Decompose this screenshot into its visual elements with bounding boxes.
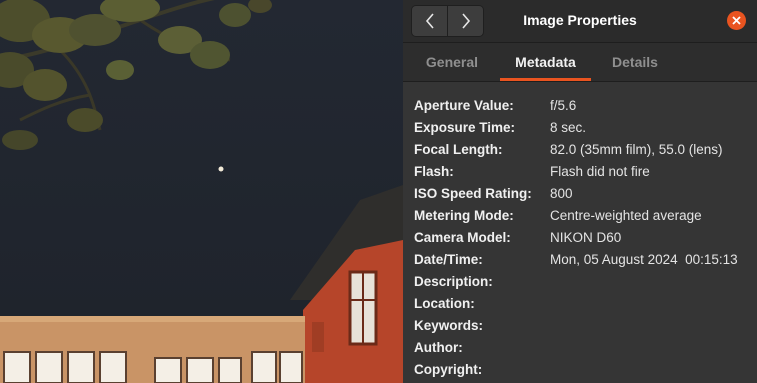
chevron-right-icon (461, 13, 470, 29)
tab-metadata[interactable]: Metadata (500, 43, 591, 81)
metadata-row-copyright: Copyright: (414, 359, 754, 381)
metadata-label: Author: (414, 340, 463, 355)
metadata-value: f/5.6 (550, 98, 577, 113)
chevron-left-icon (425, 13, 434, 29)
metadata-row-iso: ISO Speed Rating: 800 (414, 183, 754, 205)
next-image-button[interactable] (447, 6, 483, 36)
metadata-row-focal-length: Focal Length: 82.0 (35mm film), 55.0 (le… (414, 139, 754, 161)
metadata-row-location: Location: (414, 293, 754, 315)
previous-image-button[interactable] (412, 6, 447, 36)
metadata-row-author: Author: (414, 337, 754, 359)
metadata-value: Centre-weighted average (550, 208, 702, 223)
close-icon (732, 16, 741, 25)
metadata-label: Location: (414, 296, 475, 311)
close-button[interactable] (727, 11, 746, 30)
metadata-label: Date/Time: (414, 252, 483, 267)
metadata-label: Camera Model: (414, 230, 511, 245)
metadata-row-date-time: Date/Time: Mon, 05 August 2024 00:15:13 (414, 249, 754, 271)
metadata-value: Flash did not fire (550, 164, 650, 179)
metadata-row-flash: Flash: Flash did not fire (414, 161, 754, 183)
metadata-value: Mon, 05 August 2024 00:15:13 (550, 252, 738, 267)
metadata-value: 8 sec. (550, 120, 587, 135)
metadata-value: 82.0 (35mm film), 55.0 (lens) (550, 142, 723, 157)
metadata-label: Description: (414, 274, 493, 289)
metadata-row-aperture: Aperture Value: f/5.6 (414, 95, 754, 117)
metadata-row-metering-mode: Metering Mode: Centre-weighted average (414, 205, 754, 227)
metadata-value: 800 (550, 186, 573, 201)
star (218, 166, 224, 172)
metadata-row-exposure-time: Exposure Time: 8 sec. (414, 117, 754, 139)
metadata-label: Exposure Time: (414, 120, 516, 135)
metadata-label: Metering Mode: (414, 208, 514, 223)
tab-general[interactable]: General (415, 43, 489, 81)
tab-details[interactable]: Details (601, 43, 669, 81)
metadata-label: Focal Length: (414, 142, 503, 157)
metadata-label: Flash: (414, 164, 454, 179)
metadata-value: NIKON D60 (550, 230, 622, 245)
metadata-list: Aperture Value: f/5.6 Exposure Time: 8 s… (414, 95, 754, 381)
metadata-row-keywords: Keywords: (414, 315, 754, 337)
metadata-label: Copyright: (414, 362, 483, 377)
metadata-label: Keywords: (414, 318, 484, 333)
headerbar: Image Properties (403, 0, 757, 43)
metadata-label: ISO Speed Rating: (414, 186, 532, 201)
metadata-row-description: Description: (414, 271, 754, 293)
navigation-button-group (411, 5, 484, 37)
tab-bar: General Metadata Details (403, 43, 757, 82)
metadata-label: Aperture Value: (414, 98, 514, 113)
metadata-row-camera-model: Camera Model: NIKON D60 (414, 227, 754, 249)
image-properties-dialog: Image Properties General Metadata Detail… (403, 0, 757, 383)
dialog-title: Image Properties (523, 12, 637, 28)
